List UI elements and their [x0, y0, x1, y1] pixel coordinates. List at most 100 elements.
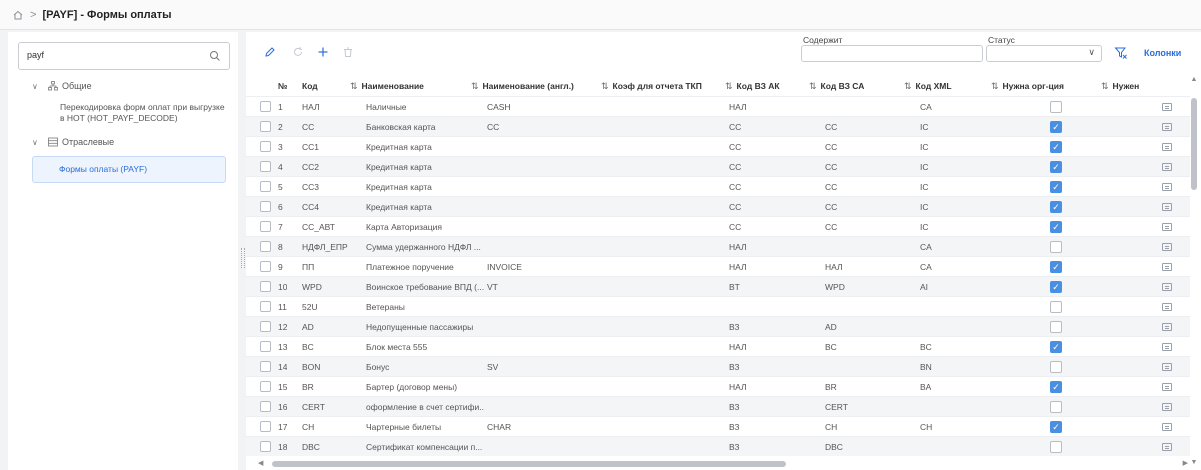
- table-row[interactable]: 11 52U Ветераны: [246, 296, 1190, 316]
- column-header-code[interactable]: Код: [302, 81, 318, 91]
- status-select[interactable]: ∨: [986, 45, 1102, 62]
- panel-splitter[interactable]: [240, 32, 245, 470]
- edit-icon[interactable]: [263, 46, 277, 60]
- scroll-left-icon[interactable]: ◀: [258, 459, 263, 467]
- column-header-vz-ak[interactable]: ⇅ Код ВЗ АК: [725, 81, 780, 92]
- row-select-checkbox[interactable]: [260, 401, 271, 412]
- scroll-up-icon[interactable]: ▲: [1190, 76, 1198, 83]
- row-select-checkbox[interactable]: [260, 441, 271, 452]
- table-row[interactable]: 4 CC2 Кредитная карта CC CC IC ✓: [246, 156, 1190, 176]
- org-required-checkbox[interactable]: ✓: [1050, 260, 1062, 273]
- column-header-koef[interactable]: ⇅ Коэф для отчета ТКП: [601, 81, 702, 92]
- tree-group-general[interactable]: ∨ Общие: [8, 76, 238, 96]
- org-required-checkbox[interactable]: [1050, 440, 1062, 453]
- column-header-vz-ca[interactable]: ⇅ Код ВЗ СА: [809, 81, 864, 92]
- row-select-checkbox[interactable]: [260, 141, 271, 152]
- org-required-checkbox[interactable]: [1050, 100, 1062, 113]
- table-row[interactable]: 15 BR Бартер (договор мены) НАЛ BR BA ✓: [246, 376, 1190, 396]
- column-header-number[interactable]: №: [278, 81, 287, 91]
- details-card-icon[interactable]: [1162, 322, 1172, 331]
- details-card-icon[interactable]: [1162, 142, 1172, 151]
- details-card-icon[interactable]: [1162, 262, 1172, 271]
- details-card-icon[interactable]: [1162, 282, 1172, 291]
- details-card-icon[interactable]: [1162, 302, 1172, 311]
- details-card-icon[interactable]: [1162, 202, 1172, 211]
- row-select-checkbox[interactable]: [260, 161, 271, 172]
- table-row[interactable]: 5 CC3 Кредитная карта CC CC IC ✓: [246, 176, 1190, 196]
- column-header-name[interactable]: ⇅ Наименование: [350, 81, 424, 92]
- org-required-checkbox[interactable]: ✓: [1050, 380, 1062, 393]
- table-row[interactable]: 14 BON Бонус SV ВЗ BN: [246, 356, 1190, 376]
- details-card-icon[interactable]: [1162, 422, 1172, 431]
- search-icon[interactable]: [209, 50, 221, 62]
- vertical-scrollbar[interactable]: ▲ ▼: [1190, 76, 1198, 466]
- org-required-checkbox[interactable]: ✓: [1050, 220, 1062, 233]
- org-required-checkbox[interactable]: ✓: [1050, 340, 1062, 353]
- contains-input[interactable]: [801, 45, 983, 62]
- scroll-down-icon[interactable]: ▼: [1190, 459, 1198, 466]
- row-select-checkbox[interactable]: [260, 201, 271, 212]
- row-select-checkbox[interactable]: [260, 321, 271, 332]
- row-select-checkbox[interactable]: [260, 341, 271, 352]
- table-row[interactable]: 9 ПП Платежное поручение INVOICE НАЛ НАЛ CA ✓: [246, 256, 1190, 276]
- org-required-checkbox[interactable]: ✓: [1050, 280, 1062, 293]
- horizontal-scrollbar[interactable]: ◀ ▶: [258, 460, 1188, 468]
- row-select-checkbox[interactable]: [260, 301, 271, 312]
- column-header-xml[interactable]: ⇅ Код XML: [904, 81, 952, 92]
- row-select-checkbox[interactable]: [260, 381, 271, 392]
- details-card-icon[interactable]: [1162, 102, 1172, 111]
- sort-icon[interactable]: ⇅: [1101, 81, 1109, 91]
- row-select-checkbox[interactable]: [260, 241, 271, 252]
- table-row[interactable]: 12 AD Недопущенные пассажиры ВЗ AD: [246, 316, 1190, 336]
- table-row[interactable]: 3 CC1 Кредитная карта CC CC IC ✓: [246, 136, 1190, 156]
- details-card-icon[interactable]: [1162, 162, 1172, 171]
- scrollbar-thumb[interactable]: [272, 461, 786, 467]
- details-card-icon[interactable]: [1162, 122, 1172, 131]
- row-select-checkbox[interactable]: [260, 261, 271, 272]
- refresh-icon[interactable]: [291, 46, 305, 60]
- sort-icon[interactable]: ⇅: [725, 81, 733, 91]
- delete-icon[interactable]: [341, 46, 355, 60]
- tree-item-hot-payf-decode[interactable]: Перекодировка форм оплат при выгрузке в …: [8, 96, 238, 132]
- org-required-checkbox[interactable]: ✓: [1050, 120, 1062, 133]
- tree-item-payf[interactable]: Формы оплаты (PAYF): [32, 156, 226, 183]
- home-icon[interactable]: [12, 9, 24, 21]
- table-row[interactable]: 7 CC_АВТ Карта Авторизация CC CC IC ✓: [246, 216, 1190, 236]
- table-row[interactable]: 17 CH Чартерные билеты CHAR ВЗ CH CH ✓: [246, 416, 1190, 436]
- sort-icon[interactable]: ⇅: [904, 81, 912, 91]
- org-required-checkbox[interactable]: [1050, 320, 1062, 333]
- columns-button[interactable]: Колонки: [1144, 48, 1181, 58]
- table-row[interactable]: 8 НДФЛ_ЕПР Сумма удержанного НДФЛ ... НАЛ CA: [246, 236, 1190, 256]
- filter-clear-icon[interactable]: [1114, 46, 1128, 60]
- sort-icon[interactable]: ⇅: [471, 81, 479, 91]
- column-header-name-en[interactable]: ⇅ Наименование (англ.): [471, 81, 574, 92]
- details-card-icon[interactable]: [1162, 362, 1172, 371]
- table-row[interactable]: 10 WPD Воинское требование ВПД (... VT BT WPD…: [246, 276, 1190, 296]
- chevron-down-icon[interactable]: ∨: [32, 82, 42, 91]
- details-card-icon[interactable]: [1162, 242, 1172, 251]
- row-select-checkbox[interactable]: [260, 181, 271, 192]
- org-required-checkbox[interactable]: ✓: [1050, 200, 1062, 213]
- column-header-org[interactable]: ⇅ Нужна орг-ция: [991, 81, 1064, 92]
- scroll-right-icon[interactable]: ▶: [1183, 459, 1188, 467]
- sort-icon[interactable]: ⇅: [350, 81, 358, 91]
- sort-icon[interactable]: ⇅: [601, 81, 609, 91]
- org-required-checkbox[interactable]: [1050, 300, 1062, 313]
- row-select-checkbox[interactable]: [260, 101, 271, 112]
- tree-group-industry[interactable]: ∨ Отраслевые: [8, 132, 238, 152]
- org-required-checkbox[interactable]: ✓: [1050, 180, 1062, 193]
- chevron-down-icon[interactable]: ∨: [32, 138, 42, 147]
- search-input[interactable]: [27, 50, 197, 60]
- table-row[interactable]: 16 CERT оформление в счет сертифи... ВЗ CERT: [246, 396, 1190, 416]
- row-select-checkbox[interactable]: [260, 121, 271, 132]
- row-select-checkbox[interactable]: [260, 221, 271, 232]
- table-row[interactable]: 18 DBC Сертификат компенсации п... ВЗ DBC: [246, 436, 1190, 456]
- org-required-checkbox[interactable]: [1050, 240, 1062, 253]
- org-required-checkbox[interactable]: ✓: [1050, 160, 1062, 173]
- splitter-grip[interactable]: [241, 248, 245, 268]
- row-select-checkbox[interactable]: [260, 421, 271, 432]
- org-required-checkbox[interactable]: [1050, 400, 1062, 413]
- row-select-checkbox[interactable]: [260, 281, 271, 292]
- org-required-checkbox[interactable]: ✓: [1050, 140, 1062, 153]
- table-row[interactable]: 1 НАЛ Наличные CASH НАЛ CA: [246, 96, 1190, 116]
